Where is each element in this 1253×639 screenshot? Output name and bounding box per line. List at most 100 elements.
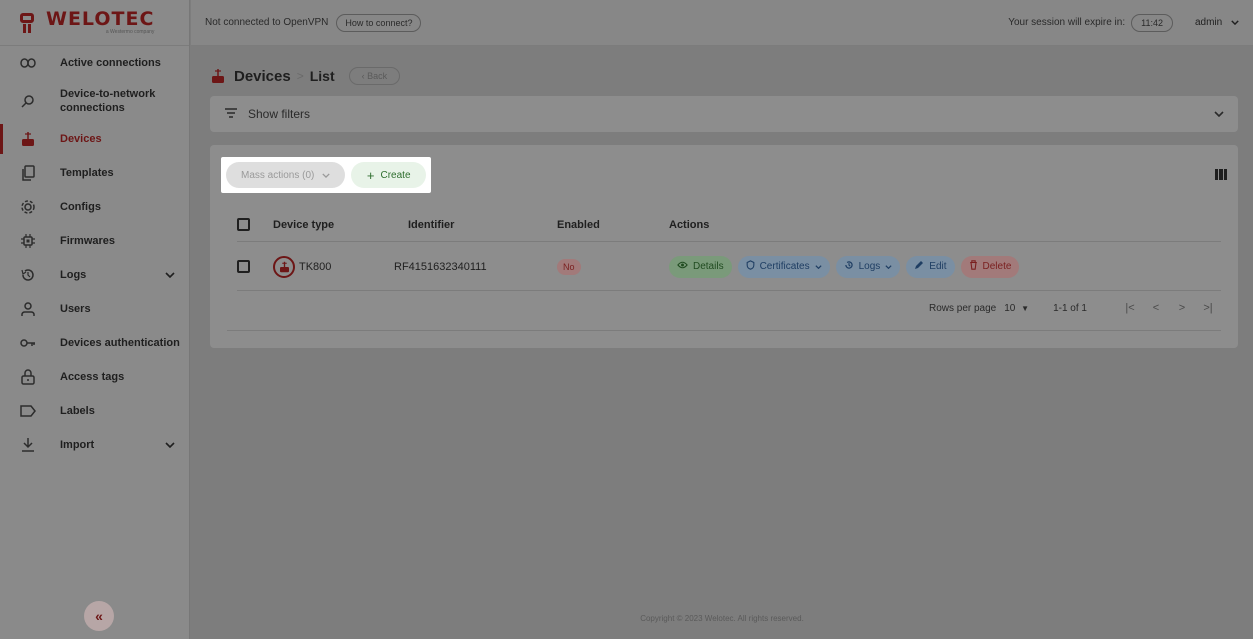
- sidebar-item-label: Labels: [60, 405, 95, 417]
- chip-icon: [20, 233, 36, 249]
- filters-bar[interactable]: Show filters: [210, 96, 1238, 132]
- sidebar-item-label: Active connections: [60, 57, 161, 69]
- toolbar: Mass actions (0) + Create: [221, 157, 431, 193]
- sidebar-item-label: Device-to-network connections: [60, 88, 156, 114]
- table-row: TK800 RF4151632340111 No Details Certifi…: [237, 243, 1221, 291]
- download-icon: [20, 437, 36, 453]
- collapse-sidebar-button[interactable]: «: [84, 601, 114, 631]
- sidebar-item-label: Users: [60, 303, 91, 315]
- sidebar-item-devices-authentication[interactable]: Devices authentication: [0, 326, 189, 360]
- enabled-badge: No: [557, 258, 581, 275]
- router-icon: [210, 68, 226, 84]
- create-button[interactable]: + Create: [351, 162, 426, 188]
- welotec-logo-icon: [18, 12, 36, 34]
- shield-icon: [746, 260, 755, 273]
- user-menu[interactable]: admin: [1195, 17, 1239, 28]
- pencil-icon: [914, 260, 924, 273]
- how-to-connect-button[interactable]: How to connect?: [336, 13, 422, 32]
- search-network-icon: [20, 93, 36, 109]
- certificates-button[interactable]: Certificates: [737, 255, 830, 278]
- gear-icon: [20, 199, 36, 215]
- columns-icon[interactable]: [1215, 169, 1227, 180]
- sidebar-item-firmwares[interactable]: Firmwares: [0, 224, 189, 258]
- topbar: Not connected to OpenVPN How to connect?…: [191, 0, 1253, 46]
- page-title: Devices: [234, 67, 291, 85]
- label-icon: [20, 403, 36, 419]
- rows-per-page-select[interactable]: 10 ▼: [1004, 303, 1029, 314]
- sidebar-item-configs[interactable]: Configs: [0, 190, 189, 224]
- edit-button[interactable]: Edit: [906, 255, 955, 278]
- breadcrumb-separator: >: [296, 69, 304, 83]
- back-button[interactable]: ‹ Back: [348, 67, 401, 85]
- session-label: Your session will expire in:: [1008, 17, 1126, 28]
- certificates-label: Certificates: [759, 261, 810, 272]
- logs-label: Logs: [858, 261, 881, 272]
- sidebar-item-label: Devices: [60, 133, 102, 145]
- footer: Copyright © 2023 Welotec. All rights res…: [640, 614, 804, 623]
- sidebar-item-devices[interactable]: Devices: [0, 122, 189, 156]
- sidebar-item-label: Import: [60, 439, 95, 451]
- page-range: 1-1 of 1: [1053, 302, 1087, 314]
- delete-button[interactable]: Delete: [960, 255, 1020, 278]
- sidebar-item-label: Logs: [60, 269, 87, 281]
- sidebar-item-label: Devices authentication: [60, 337, 180, 349]
- device-identifier: RF4151632340111: [394, 260, 487, 273]
- plus-icon: +: [366, 167, 375, 183]
- sidebar-item-logs[interactable]: Logs: [0, 258, 189, 292]
- chevron-down-icon[interactable]: [165, 269, 175, 281]
- main-content: Devices > List ‹ Back Show filters: [191, 47, 1253, 639]
- column-header-device-type[interactable]: Device type: [273, 219, 334, 231]
- vpn-status: Not connected to OpenVPN: [205, 17, 329, 28]
- sidebar-item-device-to-network[interactable]: Device-to-network connections: [0, 80, 189, 122]
- delete-label: Delete: [982, 261, 1012, 272]
- caret-down-icon: ▼: [1021, 303, 1030, 313]
- eye-icon: [677, 261, 688, 272]
- history-icon: [844, 260, 854, 273]
- row-checkbox[interactable]: [237, 260, 250, 273]
- divider: [227, 330, 1221, 331]
- column-header-enabled[interactable]: Enabled: [557, 219, 600, 231]
- user-name: admin: [1194, 17, 1223, 28]
- column-header-actions: Actions: [669, 218, 710, 231]
- link-icon: [20, 55, 36, 71]
- brand-name: WELOTEC: [46, 8, 155, 30]
- lock-icon: [20, 369, 36, 385]
- rows-per-page-label: Rows per page: [928, 302, 997, 314]
- sidebar-item-label: Configs: [60, 201, 101, 213]
- sidebar-item-access-tags[interactable]: Access tags: [0, 360, 189, 394]
- previous-page-icon[interactable]: <: [1143, 302, 1169, 314]
- mass-actions-button[interactable]: Mass actions (0): [226, 162, 346, 188]
- next-page-icon[interactable]: >: [1169, 302, 1195, 314]
- sidebar-item-label: Firmwares: [60, 235, 116, 247]
- sidebar-item-users[interactable]: Users: [0, 292, 189, 326]
- device-type-cell: TK800: [273, 255, 332, 278]
- column-header-identifier[interactable]: Identifier: [408, 219, 454, 231]
- select-all-checkbox[interactable]: [237, 218, 250, 231]
- rows-per-page-value: 10: [1004, 302, 1016, 314]
- row-actions: Details Certificates Logs Edit Delete: [669, 255, 1020, 278]
- chevron-down-icon: [1231, 17, 1239, 28]
- details-button[interactable]: Details: [669, 255, 732, 278]
- key-icon: [20, 335, 36, 351]
- brand-tagline: a Westermo company: [105, 29, 155, 35]
- last-page-icon[interactable]: >|: [1195, 302, 1221, 314]
- sidebar-item-labels[interactable]: Labels: [0, 394, 189, 428]
- sidebar-item-import[interactable]: Import: [0, 428, 189, 462]
- filter-icon: [224, 107, 238, 121]
- chevron-down-icon: [322, 170, 331, 181]
- create-label: Create: [380, 169, 411, 181]
- router-icon: [273, 255, 295, 278]
- sidebar-item-templates[interactable]: Templates: [0, 156, 189, 190]
- chevron-down-icon[interactable]: [165, 439, 175, 451]
- trash-icon: [969, 260, 978, 273]
- user-icon: [20, 301, 36, 317]
- first-page-icon[interactable]: |<: [1117, 302, 1143, 314]
- logs-button[interactable]: Logs: [835, 255, 901, 278]
- sidebar-item-active-connections[interactable]: Active connections: [0, 46, 189, 80]
- page-header: Devices > List ‹ Back: [210, 67, 401, 85]
- device-type: TK800: [299, 260, 332, 273]
- sidebar-nav: Active connections Device-to-network con…: [0, 46, 189, 462]
- sidebar: WELOTEC a Westermo company Active connec…: [0, 0, 190, 639]
- filters-label: Show filters: [248, 107, 311, 121]
- logo[interactable]: WELOTEC a Westermo company: [0, 0, 189, 46]
